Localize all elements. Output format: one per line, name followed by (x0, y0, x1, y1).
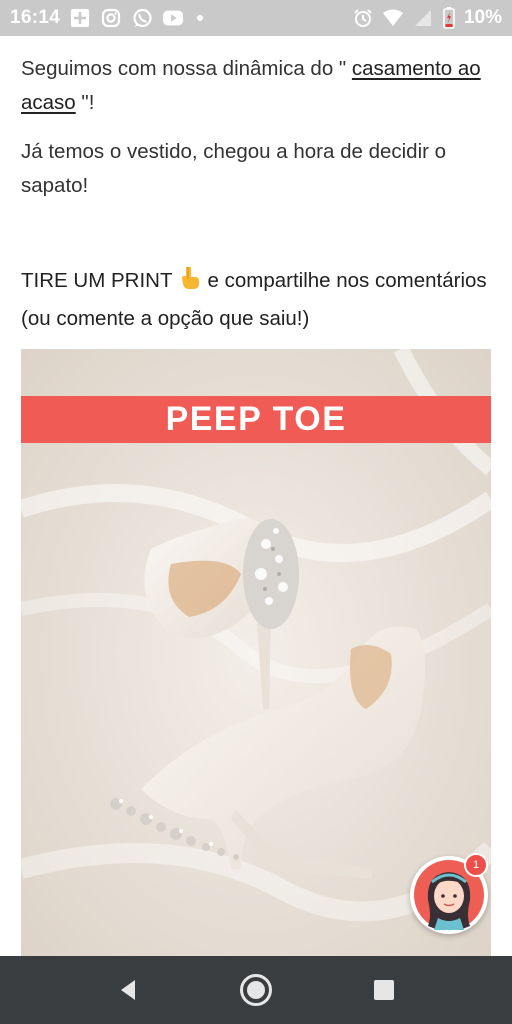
battery-percent: 10% (463, 7, 502, 28)
recents-button[interactable] (366, 972, 402, 1008)
post-paragraph-shoe: Já temos o vestido, chegou a hora de dec… (21, 140, 447, 197)
wifi-icon (382, 7, 404, 29)
banner-title: PEEP TOE (165, 400, 347, 438)
whatsapp-icon (131, 7, 153, 29)
back-button[interactable] (110, 972, 146, 1008)
youtube-icon (162, 7, 184, 29)
dot-icon (193, 7, 207, 29)
chat-notification-badge: 1 (464, 853, 488, 877)
add-box-icon (69, 7, 91, 29)
post-intro: Seguimos com nossa dinâmica do " casamen… (21, 52, 495, 120)
navigation-bar (0, 956, 512, 1024)
image-banner: PEEP TOE (21, 396, 491, 443)
post-content: Seguimos com nossa dinâmica do " casamen… (0, 36, 512, 956)
post-call-to-action: TIRE UM PRINT e compartilhe nos comentár… (21, 264, 495, 336)
pointing-down-emoji-icon (178, 265, 202, 302)
battery-icon (442, 7, 456, 29)
status-time: 16:14 (10, 7, 61, 28)
alarm-icon (352, 7, 374, 29)
intro-text: Seguimos com nossa dinâmica do " (21, 57, 352, 80)
intro-text-end: "! (75, 91, 95, 114)
cta-text: TIRE UM PRINT (21, 269, 178, 292)
signal-icon (412, 7, 434, 29)
home-button[interactable] (238, 972, 274, 1008)
status-bar: 16:14 10% (0, 0, 512, 36)
recents-icon (374, 980, 394, 1000)
home-icon (240, 974, 272, 1006)
back-icon (121, 980, 135, 1000)
instagram-icon (100, 7, 122, 29)
